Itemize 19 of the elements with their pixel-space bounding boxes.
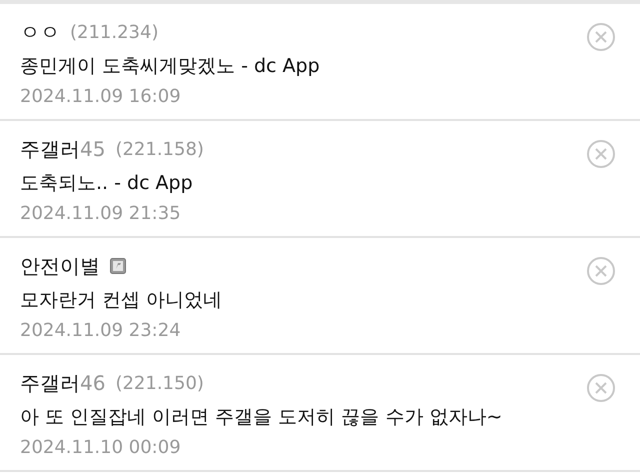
ip-address: (221.158) <box>115 138 204 160</box>
comment-text: 모자란거 컨셉 아니었네 <box>20 288 224 313</box>
comment-date: 2024.11.09 23:24 <box>20 320 182 341</box>
nickname: 주갤러45 <box>20 136 106 162</box>
delete-button[interactable] <box>586 22 616 52</box>
ip-address: (221.150) <box>115 372 204 394</box>
comment-date: 2024.11.09 21:35 <box>20 203 182 224</box>
delete-button[interactable] <box>586 139 616 169</box>
comment-text: 아 또 인질잡네 이러면 주갤을 도저히 끊을 수가 없자나~ <box>20 405 504 430</box>
nickname: 주갤러46 <box>20 370 106 396</box>
comment-date: 2024.11.10 00:09 <box>20 437 182 458</box>
nickname: ㅇㅇ <box>20 18 60 46</box>
comment-date: 2024.11.09 16:09 <box>20 86 182 107</box>
ip-address: (211.234) <box>70 22 158 42</box>
comment-text: 도축되노.. - dc App <box>20 171 194 196</box>
delete-button[interactable] <box>586 256 616 286</box>
delete-button[interactable] <box>586 373 616 403</box>
comment-text: 종민게이 도축씨게맞겠노 - dc App <box>20 54 321 79</box>
nickname: 안전이별 <box>20 252 100 280</box>
